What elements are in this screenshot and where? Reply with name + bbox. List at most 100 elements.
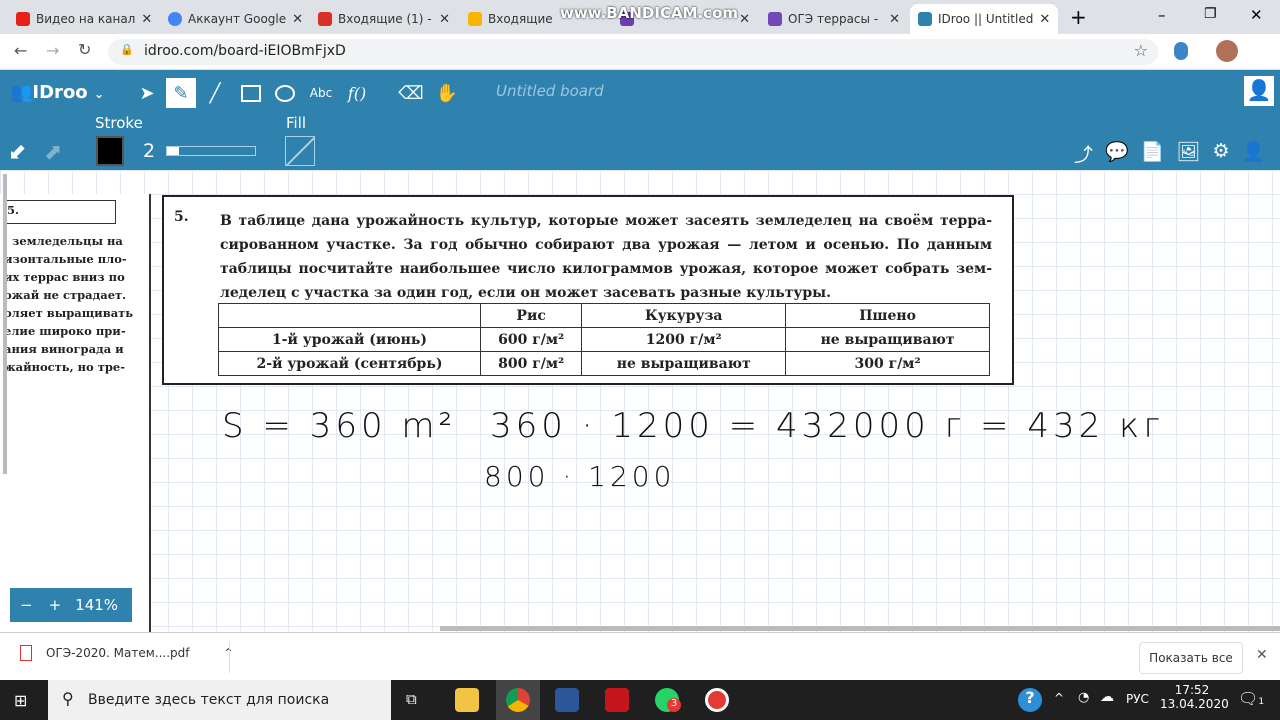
right-tools: ⤴ 💬 📄 🖼 ⚙ 👤 (1074, 140, 1265, 167)
google-icon (168, 12, 182, 26)
image-icon[interactable]: 🖼 (1176, 140, 1200, 167)
close-icon[interactable]: ✕ (1039, 12, 1050, 27)
taskbar-search-input[interactable]: ⚲ Введите здесь текст для поиска (48, 680, 391, 720)
close-window-button[interactable]: ✕ (1250, 6, 1263, 24)
wifi-icon[interactable]: ◔ (1078, 690, 1089, 705)
word-icon[interactable] (555, 688, 579, 712)
formula-tool[interactable]: f() (342, 78, 372, 108)
table-cell: не выращивают (581, 351, 787, 376)
board-canvas[interactable]: 5. , земледельцы на изонтальные пло-их те… (0, 170, 1280, 634)
zoom-in-button[interactable]: + (49, 596, 62, 614)
task-text: В таблице дана урожайность культур, кото… (220, 213, 992, 301)
handwriting-product: 360 · 1200 = 432000 г = 432 кг (490, 406, 1164, 446)
close-icon[interactable]: ✕ (439, 12, 450, 27)
close-icon[interactable]: ✕ (292, 12, 303, 27)
select-tool[interactable]: ➤ (132, 78, 162, 108)
youtube-icon (16, 12, 30, 26)
left-page-line: ания винограда и (4, 342, 124, 356)
close-icon[interactable]: ✕ (141, 12, 152, 27)
text-tool[interactable]: Abc (306, 78, 336, 108)
star-icon[interactable]: ☆ (1134, 41, 1148, 60)
rectangle-tool[interactable] (236, 78, 266, 108)
zoom-out-button[interactable]: − (20, 596, 33, 614)
redo-icon[interactable]: ⬈ (44, 140, 62, 165)
new-tab-button[interactable]: + (1070, 5, 1087, 29)
language-indicator[interactable]: РУС (1126, 692, 1149, 706)
share-icon[interactable]: ⤴ (1074, 140, 1093, 167)
user-icon[interactable]: 👤 (1244, 76, 1274, 106)
left-page-line: их террас вниз по (4, 270, 125, 284)
eraser-icon: ⌫ (398, 82, 424, 104)
windows-start-icon[interactable]: ⊞ (14, 691, 27, 710)
hand-tool[interactable]: ✋ (432, 78, 462, 108)
chat-icon[interactable]: 💬 (1105, 140, 1129, 167)
file-explorer-icon[interactable] (455, 688, 479, 712)
table-cell: 300 г/м² (785, 351, 990, 376)
stroke-width-value: 2 (143, 140, 156, 162)
address-bar-row: ← → ↻ 🔒 idroo.com/board-iEIOBmFjxD ☆ (0, 34, 1280, 70)
fill-none-swatch[interactable] (285, 136, 315, 166)
help-icon[interactable]: ? (1018, 688, 1042, 712)
url-input[interactable]: 🔒 idroo.com/board-iEIOBmFjxD ☆ (108, 39, 1158, 65)
gear-icon[interactable]: ⚙ (1212, 140, 1229, 167)
eraser-tool[interactable]: ⌫ (396, 78, 426, 108)
restore-button[interactable]: ❐ (1204, 6, 1217, 22)
document-icon[interactable]: 📄 (1141, 140, 1165, 167)
search-icon: ⚲ (62, 689, 74, 708)
pen-tool[interactable]: ✎ (166, 78, 196, 108)
close-download-bar[interactable]: ✕ (1256, 647, 1268, 663)
watermark: www.BANDICAM.com (560, 4, 739, 22)
extension-icon[interactable] (1174, 42, 1188, 60)
tab-google-account[interactable]: Аккаунт Google ✕ (160, 4, 308, 34)
chrome-icon[interactable] (506, 688, 530, 712)
line-tool[interactable]: ╱ (200, 78, 230, 108)
forward-icon[interactable]: → (46, 41, 59, 60)
task-view-icon[interactable]: ⧉ (406, 690, 417, 708)
left-page-line: елие широко при- (4, 324, 126, 338)
slider-handle[interactable] (167, 147, 179, 155)
minimize-button[interactable]: – (1158, 6, 1166, 24)
cursor-icon: ➤ (139, 82, 155, 104)
left-page-line: , земледельцы на (4, 234, 123, 248)
notification-icon[interactable]: 🗨1 (1238, 689, 1264, 708)
lock-icon: 🔒 (120, 43, 134, 56)
bandicam-record-icon[interactable] (705, 688, 729, 712)
left-page-line: изонтальные пло- (4, 252, 127, 266)
fill-label: Fill (286, 114, 307, 132)
reload-icon[interactable]: ↻ (78, 40, 91, 59)
ellipse-icon (275, 84, 295, 102)
clock[interactable]: 17:52 13.04.2020 (1160, 683, 1229, 711)
stroke-width-slider[interactable] (166, 146, 256, 156)
tab-gmail[interactable]: Входящие (1) - ✕ (310, 4, 458, 34)
stroke-color-swatch[interactable] (96, 136, 124, 166)
chevron-down-icon: ⌄ (93, 87, 105, 101)
ellipse-tool[interactable] (270, 78, 300, 108)
scrollbar[interactable] (3, 174, 7, 474)
idroo-toolbar: 👥IDroo ⌄ ➤ ✎ ╱ Abc f() ⌫ ✋ Untitled boar… (0, 70, 1280, 170)
logo-menu[interactable]: 👥IDroo ⌄ (10, 82, 104, 103)
line-icon: ╱ (209, 82, 221, 104)
close-icon[interactable]: ✕ (889, 12, 900, 27)
left-page-line: ожай не страдает. (4, 288, 127, 302)
show-all-button[interactable]: Показать все (1139, 642, 1243, 674)
table-cell: не выращивают (785, 327, 990, 352)
left-page-number: 5. (6, 200, 116, 224)
user-settings-icon[interactable]: 👤 (1242, 140, 1266, 167)
acrobat-icon[interactable] (605, 688, 629, 712)
board-title[interactable]: Untitled board (496, 82, 604, 100)
close-icon[interactable]: ✕ (739, 12, 750, 27)
undo-icon[interactable]: ⬋ (8, 140, 26, 165)
tab-oge[interactable]: ОГЭ террасы - ✕ (760, 4, 908, 34)
tab-idroo[interactable]: IDroo || Untitled ✕ (910, 4, 1058, 34)
handwriting-area: S = 360 m² (222, 406, 457, 446)
avatar[interactable] (1216, 40, 1238, 62)
cloud-upload-icon[interactable]: ☁ (1100, 689, 1114, 705)
horizontal-scrollbar[interactable] (440, 626, 1280, 631)
download-item[interactable]: ОГЭ-2020. Матем....pdf ⌃ (20, 645, 234, 661)
idroo-icon (918, 12, 932, 26)
table-cell: 800 г/м² (479, 351, 583, 376)
chevron-up-icon[interactable]: ^ (1054, 691, 1064, 705)
back-icon[interactable]: ← (14, 41, 27, 60)
tab-youtube[interactable]: Видео на канал ✕ (8, 4, 158, 34)
whatsapp-icon[interactable]: 3 (655, 688, 681, 712)
